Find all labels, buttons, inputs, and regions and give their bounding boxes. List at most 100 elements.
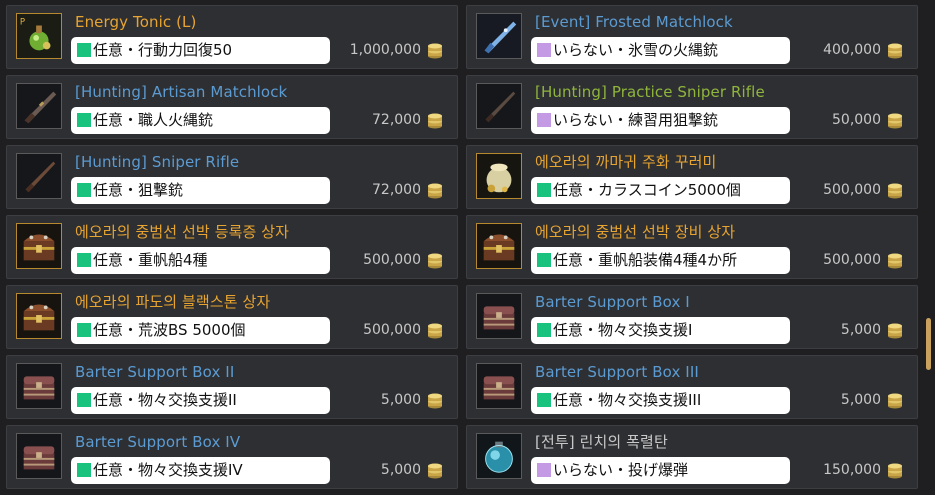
barter-box-icon bbox=[16, 363, 62, 409]
item-note-text: いらない・投げ爆弾 bbox=[553, 461, 689, 479]
item-name: Barter Support Box II bbox=[75, 363, 235, 381]
treasure-chest-icon bbox=[16, 293, 62, 339]
item-name: Barter Support Box IV bbox=[75, 433, 241, 451]
item-card[interactable]: 에오라의 까마귀 주화 꾸러미 任意・カラスコイン5000個 500,000 bbox=[466, 145, 918, 209]
status-square-icon bbox=[537, 43, 551, 57]
item-card[interactable]: Barter Support Box II 任意・物々交換支援II 5,000 bbox=[6, 355, 458, 419]
item-price: 72,000 bbox=[372, 112, 421, 128]
status-square-icon bbox=[77, 323, 91, 337]
item-note: 任意・行動力回復50 bbox=[71, 37, 330, 64]
item-price: 400,000 bbox=[823, 42, 881, 58]
item-note: 任意・物々交換支援II bbox=[71, 387, 330, 414]
item-note-text: 任意・行動力回復50 bbox=[93, 41, 233, 59]
item-grid: P Energy Tonic (L) 任意・行動力回復50 1,000,000 [Eve… bbox=[0, 0, 935, 495]
status-square-icon bbox=[537, 463, 551, 477]
silver-coin-icon bbox=[428, 253, 442, 269]
status-square-icon bbox=[537, 323, 551, 337]
status-square-icon bbox=[77, 183, 91, 197]
barter-box-icon bbox=[16, 433, 62, 479]
item-price: 50,000 bbox=[832, 112, 881, 128]
item-note-text: 任意・職人火縄銃 bbox=[93, 111, 214, 129]
item-note: 任意・物々交換支援III bbox=[531, 387, 790, 414]
item-card[interactable]: Barter Support Box IV 任意・物々交換支援IV 5,000 bbox=[6, 425, 458, 489]
item-note: 任意・職人火縄銃 bbox=[71, 107, 330, 134]
item-note-text: 任意・物々交換支援III bbox=[553, 391, 702, 409]
item-note: 任意・カラスコイン5000個 bbox=[531, 177, 790, 204]
silver-coin-icon bbox=[888, 43, 902, 59]
energy-tonic-icon: P bbox=[16, 13, 62, 59]
item-note: いらない・氷雪の火縄銃 bbox=[531, 37, 790, 64]
item-price: 5,000 bbox=[380, 392, 421, 408]
item-note-text: 任意・重帆船4種 bbox=[93, 251, 208, 269]
silver-coin-icon bbox=[888, 463, 902, 479]
item-card[interactable]: [Hunting] Sniper Rifle 任意・狙撃銃 72,000 bbox=[6, 145, 458, 209]
silver-coin-icon bbox=[428, 43, 442, 59]
item-price: 500,000 bbox=[823, 182, 881, 198]
barter-box-icon bbox=[476, 293, 522, 339]
svg-text:P: P bbox=[20, 18, 25, 28]
item-name: [Hunting] Practice Sniper Rifle bbox=[535, 83, 765, 101]
silver-coin-icon bbox=[888, 393, 902, 409]
item-name: 에오라의 까마귀 주화 꾸러미 bbox=[535, 153, 717, 171]
item-note-text: いらない・氷雪の火縄銃 bbox=[553, 41, 719, 59]
item-note-text: いらない・練習用狙撃銃 bbox=[553, 111, 719, 129]
item-card[interactable]: Barter Support Box III 任意・物々交換支援III 5,000 bbox=[466, 355, 918, 419]
silver-coin-icon bbox=[428, 183, 442, 199]
item-price: 5,000 bbox=[840, 322, 881, 338]
item-name: Barter Support Box III bbox=[535, 363, 699, 381]
status-square-icon bbox=[77, 43, 91, 57]
status-square-icon bbox=[537, 183, 551, 197]
item-note-text: 任意・カラスコイン5000個 bbox=[553, 181, 741, 199]
silver-coin-icon bbox=[888, 113, 902, 129]
silver-coin-icon bbox=[428, 393, 442, 409]
item-note-text: 任意・物々交換支援II bbox=[93, 391, 237, 409]
crow-coin-pouch-icon bbox=[476, 153, 522, 199]
silver-coin-icon bbox=[428, 463, 442, 479]
item-name: 에오라의 파도의 블랙스톤 상자 bbox=[75, 293, 271, 311]
item-price: 150,000 bbox=[823, 462, 881, 478]
status-square-icon bbox=[537, 253, 551, 267]
frosted-matchlock-icon bbox=[476, 13, 522, 59]
item-name: Barter Support Box I bbox=[535, 293, 690, 311]
status-square-icon bbox=[77, 253, 91, 267]
barter-box-icon bbox=[476, 363, 522, 409]
item-price: 5,000 bbox=[380, 462, 421, 478]
item-note-text: 任意・物々交換支援IV bbox=[93, 461, 243, 479]
silver-coin-icon bbox=[888, 323, 902, 339]
item-card[interactable]: 에오라의 중범선 선박 장비 상자 任意・重帆船装備4種4か所 500,000 bbox=[466, 215, 918, 279]
item-card[interactable]: 에오라의 중범선 선박 등록증 상자 任意・重帆船4種 500,000 bbox=[6, 215, 458, 279]
artisan-matchlock-icon bbox=[16, 83, 62, 129]
silver-coin-icon bbox=[428, 113, 442, 129]
item-card[interactable]: Barter Support Box I 任意・物々交換支援I 5,000 bbox=[466, 285, 918, 349]
status-square-icon bbox=[77, 393, 91, 407]
item-note: 任意・荒波BS 5000個 bbox=[71, 317, 330, 344]
item-card[interactable]: [Hunting] Practice Sniper Rifle いらない・練習用狙… bbox=[466, 75, 918, 139]
status-square-icon bbox=[77, 463, 91, 477]
item-note: 任意・重帆船4種 bbox=[71, 247, 330, 274]
treasure-chest-icon bbox=[476, 223, 522, 269]
item-price: 500,000 bbox=[363, 252, 421, 268]
item-note: 任意・物々交換支援IV bbox=[71, 457, 330, 484]
item-card[interactable]: [전투] 린치의 폭렬탄 いらない・投げ爆弾 150,000 bbox=[466, 425, 918, 489]
item-name: 에오라의 중범선 선박 장비 상자 bbox=[535, 223, 736, 241]
item-price: 72,000 bbox=[372, 182, 421, 198]
item-note-text: 任意・狙撃銃 bbox=[93, 181, 184, 199]
silver-coin-icon bbox=[888, 183, 902, 199]
item-price: 500,000 bbox=[363, 322, 421, 338]
blast-bomb-icon bbox=[476, 433, 522, 479]
item-note: 任意・重帆船装備4種4か所 bbox=[531, 247, 790, 274]
silver-coin-icon bbox=[888, 253, 902, 269]
item-name: 에오라의 중범선 선박 등록증 상자 bbox=[75, 223, 290, 241]
scrollbar-thumb[interactable] bbox=[926, 318, 931, 370]
item-card[interactable]: [Hunting] Artisan Matchlock 任意・職人火縄銃 72,00… bbox=[6, 75, 458, 139]
item-card[interactable]: [Event] Frosted Matchlock いらない・氷雪の火縄銃 400,… bbox=[466, 5, 918, 69]
item-note-text: 任意・物々交換支援I bbox=[553, 321, 693, 339]
item-card[interactable]: 에오라의 파도의 블랙스톤 상자 任意・荒波BS 5000個 500,000 bbox=[6, 285, 458, 349]
practice-sniper-rifle-icon bbox=[476, 83, 522, 129]
item-name: [Hunting] Sniper Rifle bbox=[75, 153, 240, 171]
item-card[interactable]: P Energy Tonic (L) 任意・行動力回復50 1,000,000 bbox=[6, 5, 458, 69]
item-note-text: 任意・重帆船装備4種4か所 bbox=[553, 251, 738, 269]
item-note: 任意・物々交換支援I bbox=[531, 317, 790, 344]
item-note: いらない・練習用狙撃銃 bbox=[531, 107, 790, 134]
item-note-text: 任意・荒波BS 5000個 bbox=[93, 321, 246, 339]
